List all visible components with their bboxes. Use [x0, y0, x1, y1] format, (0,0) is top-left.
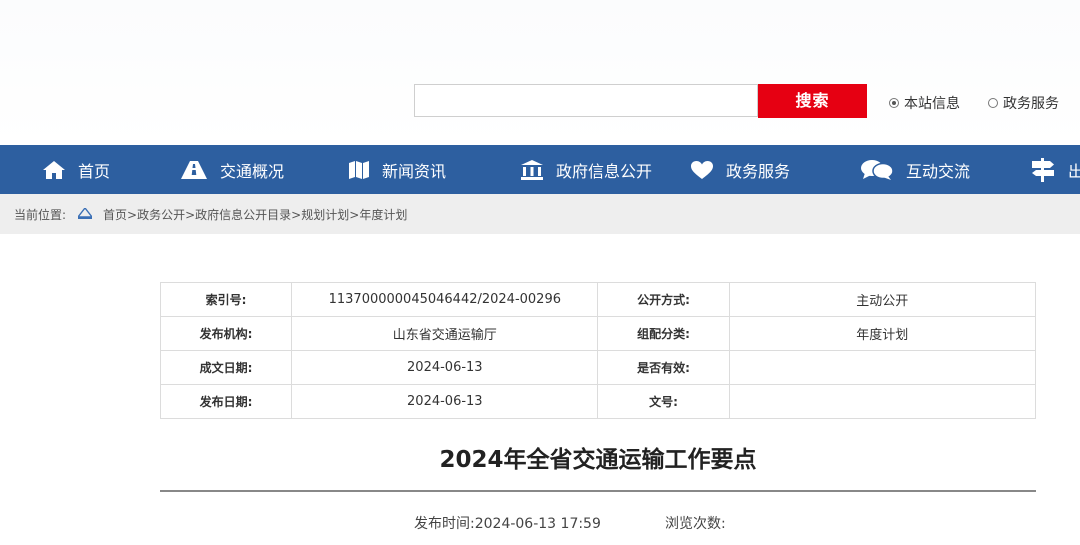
radio-unchecked-icon[interactable] — [988, 98, 998, 108]
meta-value-disclosure-method: 主动公开 — [728, 282, 1037, 317]
breadcrumb-separator: > — [349, 208, 360, 222]
breadcrumb: 当前位置: 首页>政务公开>政府信息公开目录>规划计划>年度计划 — [0, 194, 1080, 234]
road-icon — [181, 160, 207, 179]
breadcrumb-link[interactable]: 政务公开 — [137, 208, 185, 222]
divider — [160, 490, 1036, 492]
breadcrumb-link[interactable]: 政府信息公开目录 — [195, 208, 291, 222]
meta-key-written-date: 成文日期: — [159, 350, 293, 385]
view-count-label: 浏览次数: — [665, 516, 726, 532]
nav-item-label: 交通概况 — [220, 161, 285, 181]
radio-site-info[interactable]: 本站信息 — [889, 94, 960, 112]
signpost-icon — [1032, 157, 1054, 182]
main-nav: 首页 交通概况 新闻资讯 政府信息公开 政务服务 互动交流 出 — [0, 145, 1080, 194]
publish-time: 发布时间:2024-06-13 17:59 — [414, 513, 601, 533]
publish-time-label: 发布时间: — [414, 516, 475, 532]
nav-item-traffic-overview[interactable]: 交通概况 — [180, 145, 284, 194]
page: 搜索 本站信息 政务服务 首页 交通概况 新闻资讯 政府信息公开 政务服务 互动… — [0, 0, 1080, 545]
breadcrumb-link[interactable]: 规划计划 — [301, 208, 349, 222]
breadcrumb-prefix: 当前位置: — [14, 208, 67, 222]
search-button[interactable]: 搜索 — [758, 84, 867, 118]
search-input[interactable] — [415, 85, 757, 116]
meta-value-document-number — [728, 384, 1037, 419]
meta-key-category: 组配分类: — [597, 316, 730, 351]
heart-icon — [691, 160, 713, 179]
map-icon — [349, 160, 369, 179]
meta-key-disclosure-method: 公开方式: — [597, 282, 730, 317]
publish-time-value: 2024-06-13 17:59 — [474, 516, 601, 532]
radio-gov-services[interactable]: 政务服务 — [988, 94, 1059, 112]
breadcrumb-separator: > — [291, 208, 302, 222]
search-box[interactable] — [414, 84, 758, 117]
meta-key-document-number: 文号: — [597, 384, 730, 419]
table-row: 成文日期: 2024-06-13 是否有效: — [159, 350, 1037, 385]
breadcrumb-trail: 首页>政务公开>政府信息公开目录>规划计划>年度计划 — [103, 206, 407, 223]
nav-item-home[interactable]: 首页 — [42, 145, 110, 194]
breadcrumb-separator: > — [127, 208, 138, 222]
meta-key-index-number: 索引号: — [159, 282, 293, 317]
meta-value-publish-date: 2024-06-13 — [291, 384, 599, 419]
breadcrumb-link[interactable]: 首页 — [103, 208, 127, 222]
meta-value-index-number: 113700000045046442/2024-00296 — [291, 282, 599, 317]
article-title: 2024年全省交通运输工作要点 — [439, 447, 757, 473]
nav-item-label: 政务服务 — [726, 161, 791, 181]
table-row: 索引号: 113700000045046442/2024-00296 公开方式:… — [159, 282, 1037, 317]
nav-item-gov-services[interactable]: 政务服务 — [690, 145, 790, 194]
meta-key-publish-date: 发布日期: — [159, 384, 293, 419]
meta-value-publisher: 山东省交通运输厅 — [291, 316, 599, 351]
radio-checked-icon[interactable] — [889, 98, 899, 108]
breadcrumb-separator: > — [185, 208, 196, 222]
nav-item-interaction[interactable]: 互动交流 — [860, 145, 970, 194]
home-icon[interactable] — [78, 208, 92, 219]
building-icon — [521, 159, 543, 180]
radio-gov-services-label: 政务服务 — [1003, 96, 1059, 112]
nav-item-label: 新闻资讯 — [382, 161, 447, 181]
metadata-table: 索引号: 113700000045046442/2024-00296 公开方式:… — [159, 282, 1037, 419]
header: 搜索 本站信息 政务服务 — [0, 0, 1080, 145]
nav-item-label: 互动交流 — [906, 161, 971, 181]
meta-value-validity — [728, 350, 1037, 385]
meta-key-validity: 是否有效: — [597, 350, 730, 385]
meta-value-written-date: 2024-06-13 — [291, 350, 599, 385]
nav-item-more[interactable]: 出 — [1030, 145, 1080, 194]
meta-key-publisher: 发布机构: — [159, 316, 293, 351]
nav-item-news[interactable]: 新闻资讯 — [348, 145, 446, 194]
home-icon — [43, 160, 65, 179]
table-row: 发布日期: 2024-06-13 文号: — [159, 384, 1037, 419]
nav-item-label: 首页 — [78, 161, 111, 181]
table-row: 发布机构: 山东省交通运输厅 组配分类: 年度计划 — [159, 316, 1037, 351]
breadcrumb-link[interactable]: 年度计划 — [359, 208, 407, 222]
meta-value-category: 年度计划 — [728, 316, 1037, 351]
chat-icon — [861, 159, 894, 180]
nav-item-label: 政府信息公开 — [556, 161, 653, 181]
nav-item-gov-info[interactable]: 政府信息公开 — [520, 145, 652, 194]
radio-site-info-label: 本站信息 — [904, 96, 960, 112]
view-count: 浏览次数: — [665, 513, 726, 533]
nav-item-label: 出 — [1068, 161, 1080, 181]
